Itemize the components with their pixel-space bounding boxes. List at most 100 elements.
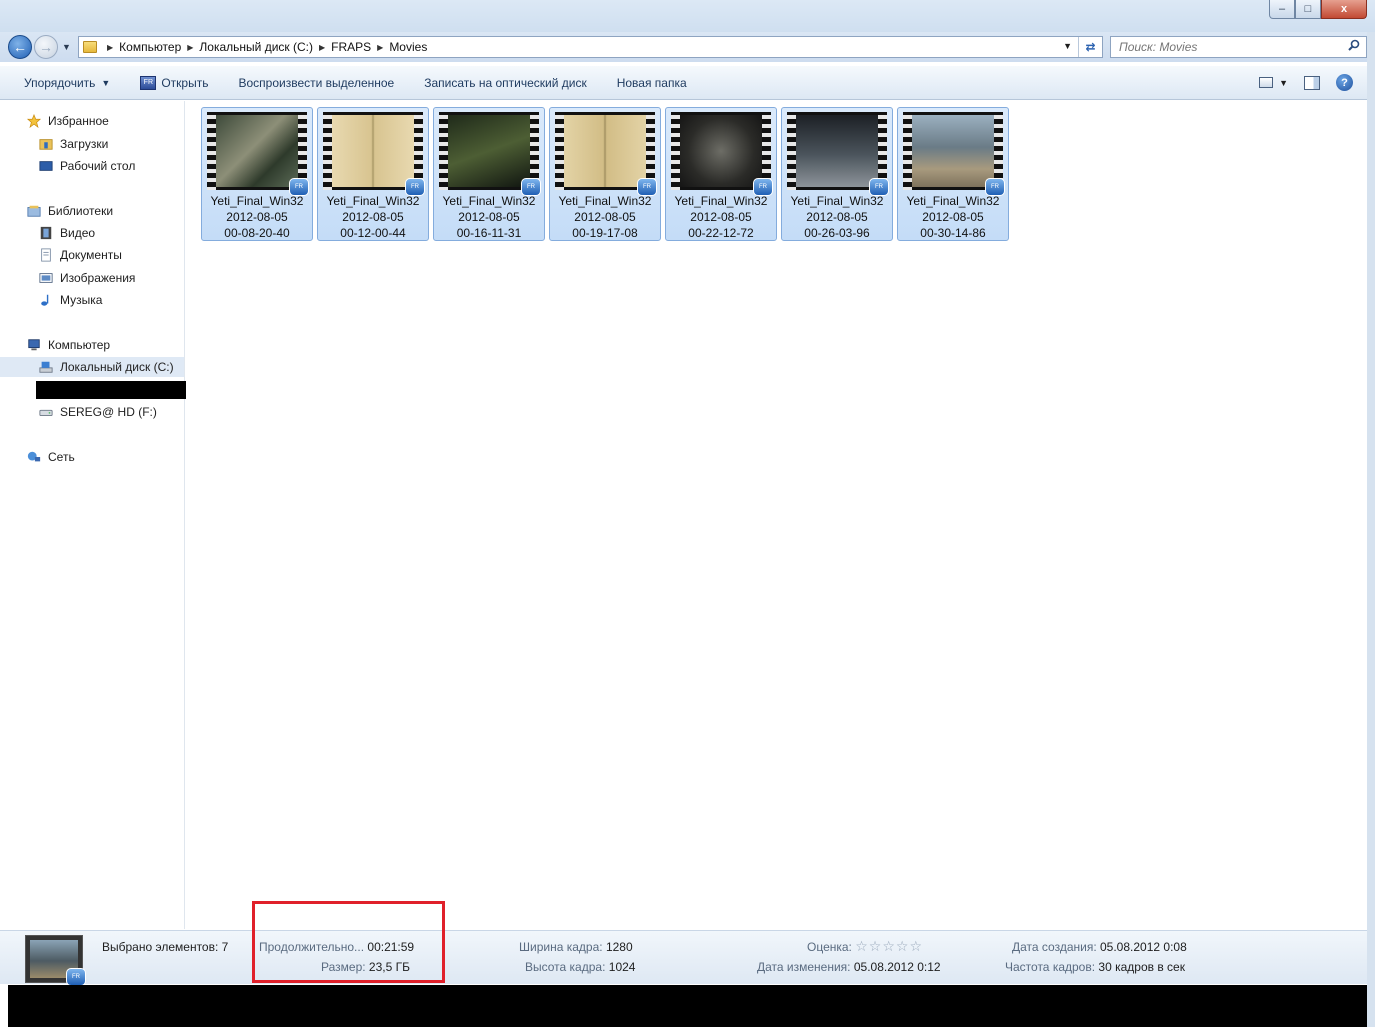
chevron-right-icon[interactable]: ▶ bbox=[107, 43, 113, 52]
file-item[interactable]: FR Yeti_Final_Win32 2012-08-05 00-22-12-72 bbox=[665, 107, 777, 241]
breadcrumb-local-disk[interactable]: Локальный диск (C:) bbox=[199, 40, 313, 54]
sidebar-item-images[interactable]: Изображения bbox=[0, 268, 184, 288]
sidebar-item-label: Избранное bbox=[48, 114, 109, 128]
sidebar-item-documents[interactable]: Документы bbox=[0, 245, 184, 265]
sidebar-item-computer[interactable]: Компьютер bbox=[0, 335, 184, 355]
window-border bbox=[1367, 32, 1375, 1027]
sidebar-item-network[interactable]: Сеть bbox=[0, 447, 184, 467]
preview-pane-icon[interactable] bbox=[1304, 75, 1320, 90]
file-name: Yeti_Final_Win32 2012-08-05 00-16-11-31 bbox=[442, 194, 536, 240]
breadcrumb-computer[interactable]: Компьютер bbox=[119, 40, 181, 54]
file-name: Yeti_Final_Win32 2012-08-05 00-08-20-40 bbox=[210, 194, 304, 240]
video-icon bbox=[40, 226, 52, 240]
refresh-button[interactable]: ⇄ bbox=[1078, 37, 1102, 57]
fraps-icon: FR bbox=[140, 75, 157, 90]
open-button[interactable]: FR Открыть bbox=[125, 75, 223, 90]
frame-rate-label: Частота кадров: bbox=[1005, 960, 1096, 974]
file-item[interactable]: FR Yeti_Final_Win32 2012-08-05 00-08-20-40 bbox=[201, 107, 313, 241]
organize-button[interactable]: Упорядочить ▼ bbox=[0, 76, 125, 90]
star-icon bbox=[26, 114, 42, 128]
sidebar-item-label: Библиотеки bbox=[48, 204, 114, 218]
sidebar-item-label: Рабочий стол bbox=[60, 159, 136, 173]
view-icon bbox=[1259, 77, 1274, 88]
chevron-right-icon[interactable]: ▶ bbox=[319, 43, 325, 52]
breadcrumb-fraps[interactable]: FRAPS bbox=[331, 40, 371, 54]
sidebar-item-label: Компьютер bbox=[48, 338, 111, 352]
folder-icon bbox=[83, 41, 97, 53]
maximize-button[interactable]: □ bbox=[1295, 0, 1321, 19]
video-thumbnail: FR bbox=[207, 112, 309, 196]
caption-buttons: – □ x bbox=[1269, 0, 1367, 19]
change-view-button[interactable]: ▼ bbox=[1259, 77, 1288, 88]
drive-icon bbox=[39, 409, 53, 416]
help-icon[interactable]: ? bbox=[1336, 74, 1353, 91]
sidebar-item-libraries[interactable]: Библиотеки bbox=[0, 201, 184, 221]
frame-height-value: 1024 bbox=[608, 960, 636, 974]
chevron-down-icon: ▼ bbox=[1279, 77, 1288, 88]
network-icon bbox=[27, 451, 41, 462]
file-item[interactable]: FR Yeti_Final_Win32 2012-08-05 00-16-11-31 bbox=[433, 107, 545, 241]
navigation-pane: Избранное Загрузки Рабочий стол Библиоте… bbox=[0, 101, 186, 929]
video-thumbnail: FR bbox=[323, 112, 425, 196]
address-bar[interactable]: ▶ Компьютер ▶ Локальный диск (C:) ▶ FRAP… bbox=[78, 36, 1103, 58]
search-icon[interactable] bbox=[1348, 39, 1360, 51]
file-item[interactable]: FR Yeti_Final_Win32 2012-08-05 00-26-03-96 bbox=[781, 107, 893, 241]
redacted-drive-entry bbox=[36, 381, 186, 399]
frame-width-value: 1280 bbox=[605, 940, 633, 954]
play-selected-button[interactable]: Воспроизвести выделенное bbox=[223, 76, 409, 90]
selected-count: Выбрано элементов: 7 bbox=[102, 940, 229, 954]
video-thumbnail: FR bbox=[787, 112, 889, 196]
video-thumbnail: FR bbox=[439, 112, 541, 196]
sidebar-item-video[interactable]: Видео bbox=[0, 223, 184, 243]
sidebar-item-downloads[interactable]: Загрузки bbox=[0, 134, 184, 154]
frame-height-label: Высота кадра: bbox=[525, 960, 606, 974]
sidebar-item-label: Документы bbox=[60, 248, 122, 262]
address-dropdown-icon[interactable]: ▼ bbox=[1063, 41, 1072, 51]
chevron-right-icon[interactable]: ▶ bbox=[187, 43, 193, 52]
file-item[interactable]: FR Yeti_Final_Win32 2012-08-05 00-30-14-86 bbox=[897, 107, 1009, 241]
sidebar-item-local-disk[interactable]: Локальный диск (C:) bbox=[0, 357, 184, 377]
close-button[interactable]: x bbox=[1321, 0, 1367, 19]
forward-button[interactable]: → bbox=[34, 35, 58, 59]
burn-disc-button[interactable]: Записать на оптический диск bbox=[409, 76, 602, 90]
sidebar-item-label: Изображения bbox=[60, 271, 136, 285]
rating-stars-icon[interactable]: ☆☆☆☆☆ bbox=[855, 938, 923, 954]
libraries-icon bbox=[27, 205, 41, 217]
details-pane: FR Выбрано элементов: 7 Продолжительно..… bbox=[0, 930, 1367, 986]
command-bar: Упорядочить ▼ FR Открыть Воспроизвести в… bbox=[0, 66, 1375, 100]
modified-label: Дата изменения: bbox=[757, 960, 851, 974]
desktop-icon bbox=[39, 161, 53, 171]
annotation-highlight-box bbox=[252, 901, 445, 983]
video-thumbnail: FR bbox=[555, 112, 657, 196]
file-item[interactable]: FR Yeti_Final_Win32 2012-08-05 00-19-17-08 bbox=[549, 107, 661, 241]
refresh-icon: ⇄ bbox=[1085, 40, 1096, 54]
sidebar-item-music[interactable]: Музыка bbox=[0, 290, 184, 310]
sidebar-item-favorites[interactable]: Избранное bbox=[0, 111, 184, 131]
new-folder-button[interactable]: Новая папка bbox=[602, 76, 702, 90]
video-thumbnail: FR bbox=[671, 112, 773, 196]
forward-arrow-icon: → bbox=[39, 39, 53, 55]
sidebar-item-desktop[interactable]: Рабочий стол bbox=[0, 156, 184, 176]
organize-label: Упорядочить bbox=[24, 75, 96, 90]
explorer-window: – □ x ← → ▼ ▶ Компьютер ▶ Локальный диск… bbox=[0, 0, 1375, 1027]
search-box[interactable] bbox=[1110, 36, 1367, 58]
back-button[interactable]: ← bbox=[8, 35, 32, 59]
sidebar-item-label: Загрузки bbox=[60, 137, 109, 151]
modified-row: Дата изменения: 05.08.2012 0:12 bbox=[757, 960, 941, 974]
minimize-button[interactable]: – bbox=[1269, 0, 1295, 19]
file-item[interactable]: FR Yeti_Final_Win32 2012-08-05 00-12-00-44 bbox=[317, 107, 429, 241]
rating-row: Оценка: ☆☆☆☆☆ bbox=[807, 938, 923, 955]
created-label: Дата создания: bbox=[1012, 940, 1097, 954]
chevron-right-icon[interactable]: ▶ bbox=[377, 43, 383, 52]
computer-icon bbox=[28, 339, 40, 351]
recent-pages-dropdown-icon[interactable]: ▼ bbox=[62, 42, 71, 52]
created-value: 05.08.2012 0:08 bbox=[1100, 940, 1187, 954]
document-icon bbox=[41, 248, 51, 262]
sidebar-item-label: SEREG@ HD (F:) bbox=[60, 405, 157, 419]
breadcrumb-movies[interactable]: Movies bbox=[389, 40, 427, 54]
frame-width-label: Ширина кадра: bbox=[519, 940, 603, 954]
sidebar-item-label: Локальный диск (C:) bbox=[60, 360, 174, 374]
search-input[interactable] bbox=[1119, 37, 1339, 57]
frame-width-row: Ширина кадра: 1280 bbox=[519, 940, 633, 954]
sidebar-item-hd-f[interactable]: SEREG@ HD (F:) bbox=[0, 402, 184, 422]
